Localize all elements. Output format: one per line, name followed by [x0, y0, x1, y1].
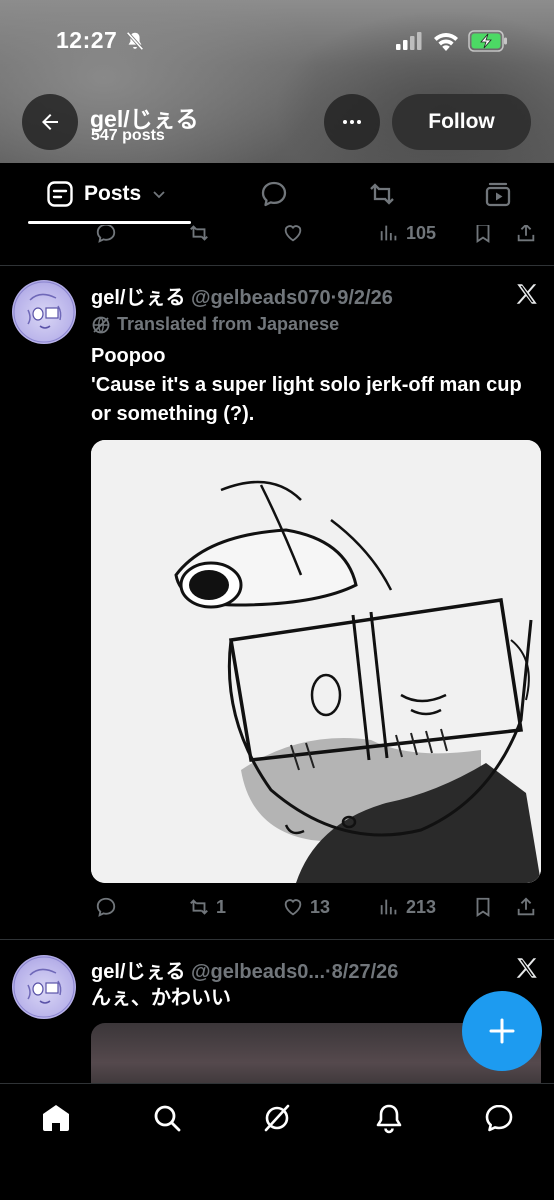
back-button[interactable]	[22, 94, 78, 150]
repost-button[interactable]: 1	[188, 896, 226, 918]
arrow-left-icon	[42, 114, 58, 130]
post-count: 547 posts	[91, 127, 165, 144]
profile-nav-row: gel/じぇる 547 posts Follow	[0, 94, 554, 154]
reply-button[interactable]	[95, 225, 117, 244]
status-bar: 12:27	[0, 0, 554, 80]
heart-icon	[284, 899, 302, 916]
author-handle[interactable]: @gelbeads0...	[191, 961, 325, 983]
reply-button[interactable]	[95, 896, 117, 918]
cellular-signal-icon	[396, 32, 422, 50]
active-tab-indicator	[28, 221, 191, 224]
plus-icon	[489, 1018, 515, 1044]
post-text-line: 'Cause it's a super light solo jerk-off …	[91, 374, 522, 425]
author-name[interactable]: gel/じぇる	[91, 287, 185, 309]
grok-icon[interactable]	[261, 1102, 293, 1134]
post-author-line: gel/じぇる @gelbeads0...·8/27/26	[91, 955, 398, 984]
bookmark-icon	[476, 897, 490, 917]
messages-icon[interactable]	[483, 1102, 515, 1134]
repost-icon	[190, 899, 208, 915]
post-divider	[0, 939, 554, 940]
bell-slash-icon	[126, 31, 144, 51]
author-handle[interactable]: @gelbeads070	[191, 287, 331, 309]
battery-charging-icon	[468, 30, 507, 52]
profile-tabs: Posts	[0, 163, 554, 225]
repost-button[interactable]	[188, 225, 210, 244]
avatar-drawing	[13, 956, 75, 1018]
x-logo-icon	[516, 958, 537, 978]
analytics-icon	[380, 225, 397, 241]
like-count: 13	[310, 896, 331, 917]
wifi-icon	[434, 33, 458, 51]
post-feed: 105 gel/じぇる @gelbeads070·9/2/26 Translat…	[0, 225, 554, 1085]
author-name[interactable]: gel/じぇる	[91, 961, 185, 983]
tab-media-icon[interactable]	[483, 179, 513, 209]
share-button[interactable]	[515, 896, 537, 918]
tab-reposts-icon[interactable]	[367, 179, 397, 209]
post-date[interactable]: ·8/27/26	[325, 961, 398, 983]
profile-header-banner: 12:27 gel/じぇる 547 posts Follow	[0, 0, 554, 163]
post-actions: 1 13 213	[0, 896, 554, 926]
tab-posts-label: Posts	[84, 182, 142, 205]
bookmark-button[interactable]	[472, 896, 494, 918]
post-text-line: Poopoo	[91, 345, 166, 367]
tab-replies-icon[interactable]	[259, 179, 289, 209]
bookmark-button[interactable]	[472, 225, 494, 244]
avatar[interactable]	[12, 955, 76, 1019]
chevron-down-icon	[153, 191, 165, 199]
heart-icon	[284, 225, 302, 242]
post-date[interactable]: ·9/2/26	[331, 287, 393, 309]
globe-slash-icon	[92, 316, 110, 333]
like-button[interactable]	[282, 225, 304, 244]
reply-icon	[96, 897, 116, 917]
ellipsis-icon	[343, 120, 361, 124]
avatar[interactable]	[12, 280, 76, 344]
share-button[interactable]	[515, 225, 537, 244]
share-icon	[517, 225, 535, 242]
search-icon[interactable]	[151, 1102, 183, 1134]
post-text: Poopoo 'Cause it's a super light solo je…	[91, 342, 541, 429]
views-count: 213	[406, 896, 437, 917]
previous-post-actions: 105	[0, 225, 554, 252]
sketch-illustration	[91, 440, 541, 883]
like-button[interactable]: 13	[282, 896, 330, 918]
views-count: 105	[406, 225, 437, 243]
translated-label: Translated from Japanese	[117, 314, 340, 334]
follow-button[interactable]: Follow	[392, 94, 531, 150]
posts-icon	[47, 181, 73, 207]
tab-posts[interactable]: Posts	[46, 179, 167, 209]
analytics-icon	[380, 899, 397, 915]
more-options-button[interactable]	[324, 94, 380, 150]
repost-count: 1	[216, 896, 227, 917]
compose-button[interactable]	[462, 991, 542, 1071]
post-image[interactable]	[91, 440, 541, 883]
bottom-navigation	[0, 1083, 554, 1200]
post-author-line: gel/じぇる @gelbeads070·9/2/26	[91, 281, 393, 310]
reply-icon	[96, 225, 116, 243]
home-icon[interactable]	[40, 1102, 72, 1134]
translated-notice[interactable]: Translated from Japanese	[91, 314, 339, 335]
status-time: 12:27	[56, 27, 118, 53]
notifications-icon[interactable]	[373, 1102, 405, 1134]
post-divider	[0, 265, 554, 266]
share-icon	[517, 897, 535, 916]
repost-icon	[190, 225, 208, 241]
avatar-drawing	[13, 281, 75, 343]
views-button[interactable]: 105	[378, 225, 436, 244]
bookmark-icon	[476, 225, 490, 243]
views-button[interactable]: 213	[378, 896, 436, 918]
x-logo-icon	[516, 284, 537, 304]
